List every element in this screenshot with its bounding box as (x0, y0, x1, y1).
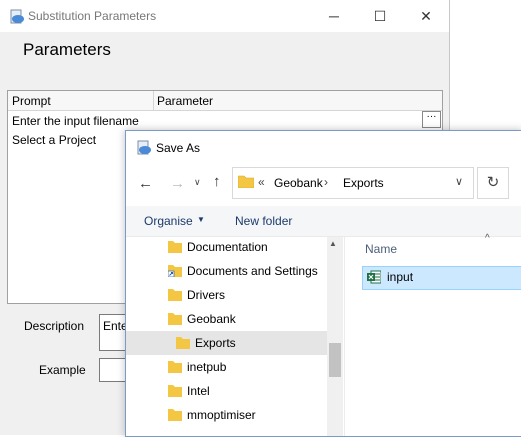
tree-item-label: mmoptimiser (187, 408, 256, 422)
browse-button[interactable]: ··· (422, 111, 441, 128)
tree-item-label: Intel (187, 384, 210, 398)
tree-item-geobank[interactable]: Geobank (126, 307, 327, 331)
navigation-pane: Documentation Documents and Settings Dri… (126, 237, 343, 436)
refresh-icon[interactable]: ↻ (477, 167, 509, 199)
tree-item-label: Documents and Settings (187, 264, 318, 278)
tree-item-label: Exports (195, 336, 236, 350)
maximize-button[interactable]: ☐ (357, 0, 403, 32)
file-list-pane: ^ Name input (344, 233, 521, 436)
tree-item-drivers[interactable]: Drivers (126, 283, 327, 307)
tree-item-mmoptimiser[interactable]: mmoptimiser (126, 403, 327, 427)
column-header-name[interactable]: Name (365, 242, 397, 256)
title-bar: Substitution Parameters ─ ☐ ✕ (0, 0, 449, 32)
tree-item-label: Geobank (187, 312, 236, 326)
folder-icon (168, 385, 182, 397)
tree-item-label: Documentation (187, 240, 268, 254)
shortcut-folder-icon (168, 265, 182, 277)
save-as-dialog: Save As ← → ∨ ↑ « Geobank › Exports ∨ ↻ … (125, 130, 521, 437)
tree-item-documents-and-settings[interactable]: Documents and Settings (126, 259, 327, 283)
folder-icon (238, 175, 254, 188)
prompt-cell: Select a Project (12, 133, 97, 147)
breadcrumb-exports[interactable]: Exports (343, 176, 384, 190)
up-arrow-icon[interactable]: ↑ (213, 173, 221, 190)
folder-icon (176, 337, 190, 349)
new-folder-button[interactable]: New folder (235, 214, 292, 228)
app-icon (137, 140, 151, 155)
excel-icon (367, 270, 381, 284)
tree-scrollbar[interactable] (327, 237, 343, 436)
caret-down-icon[interactable]: ▼ (197, 215, 205, 224)
save-as-title-bar: Save As (126, 131, 521, 163)
tree-item-inetpub[interactable]: inetpub (126, 355, 327, 379)
address-overflow-chevron[interactable]: « (258, 175, 265, 189)
tree-item-exports[interactable]: Exports (126, 331, 327, 355)
table-header: Prompt Parameter (8, 91, 442, 111)
chevron-down-icon[interactable]: ∨ (455, 175, 463, 188)
scroll-up-arrow-icon[interactable]: ▲ (329, 239, 337, 248)
sort-ascending-icon: ^ (485, 233, 490, 244)
folder-icon (168, 409, 182, 421)
tree-item-label: inetpub (187, 360, 227, 374)
file-name: input (387, 270, 414, 284)
tree-item-intel[interactable]: Intel (126, 379, 327, 403)
description-label: Description (24, 319, 85, 333)
column-divider[interactable] (153, 91, 154, 110)
folder-icon (168, 241, 182, 253)
column-header-parameter[interactable]: Parameter (157, 94, 213, 108)
tree-item-label: Drivers (187, 288, 225, 302)
breadcrumb-geobank[interactable]: Geobank (274, 176, 323, 190)
breadcrumb-separator[interactable]: › (324, 175, 328, 189)
save-as-title: Save As (156, 141, 201, 155)
minimize-button[interactable]: ─ (311, 0, 357, 32)
example-label: Example (39, 363, 86, 377)
recent-locations-chevron-icon[interactable]: ∨ (194, 177, 201, 188)
prompt-cell: Enter the input filename (12, 114, 139, 128)
forward-arrow-icon[interactable]: → (170, 175, 185, 192)
file-item-input[interactable]: input (362, 266, 521, 290)
table-row[interactable]: Enter the input filename (8, 111, 442, 130)
folder-icon (168, 361, 182, 373)
back-arrow-icon[interactable]: ← (138, 175, 153, 192)
tree-item-documentation[interactable]: Documentation (126, 235, 327, 259)
organise-button[interactable]: Organise (144, 214, 193, 228)
address-bar[interactable]: « Geobank › Exports ∨ (232, 167, 474, 199)
scrollbar-thumb[interactable] (329, 343, 341, 377)
parameters-heading: Parameters (23, 40, 111, 59)
close-button[interactable]: ✕ (403, 0, 449, 32)
folder-icon (168, 313, 182, 325)
folder-icon (168, 289, 182, 301)
window-title: Substitution Parameters (28, 9, 157, 23)
column-header-prompt[interactable]: Prompt (12, 94, 51, 108)
app-icon (10, 9, 24, 24)
description-value: Ente (103, 319, 128, 333)
command-bar: Organise ▼ New folder (126, 206, 521, 237)
